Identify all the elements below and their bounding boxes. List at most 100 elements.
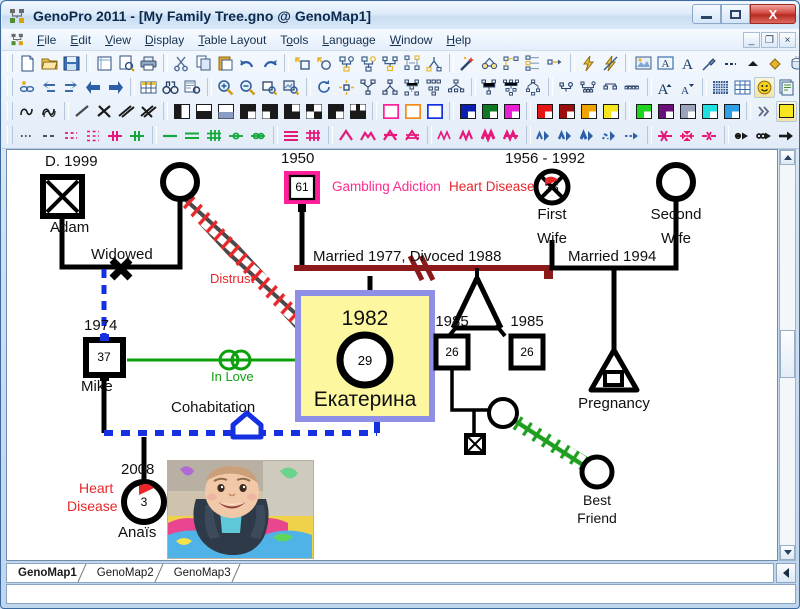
double-arrow-icon[interactable]	[732, 125, 753, 146]
zigzag-thin-icon[interactable]	[435, 125, 456, 146]
triple-arrow-icon[interactable]	[754, 125, 775, 146]
hatched-arc-icon[interactable]	[402, 125, 423, 146]
save-disk-icon[interactable]	[61, 53, 82, 74]
swatch-green[interactable]	[479, 101, 500, 122]
forward-arrow-icon[interactable]	[105, 77, 126, 98]
swatch-navy[interactable]	[457, 101, 478, 122]
arc-icon[interactable]	[336, 125, 357, 146]
couple-icon[interactable]	[556, 77, 577, 98]
open-folder-icon[interactable]	[39, 53, 60, 74]
redo-arrow-icon[interactable]	[259, 53, 280, 74]
pink-triple-dot-icon[interactable]	[83, 125, 104, 146]
green-double-line-icon[interactable]	[182, 125, 203, 146]
menu-view[interactable]: View	[98, 31, 138, 49]
fill-checker-icon[interactable]	[303, 101, 324, 122]
swatch-amber[interactable]	[578, 101, 599, 122]
increase-font-icon[interactable]: A	[655, 77, 676, 98]
crossed-box-icon[interactable]	[677, 125, 698, 146]
print-icon[interactable]	[138, 53, 159, 74]
fill-quadrant-icon[interactable]	[237, 101, 258, 122]
menu-window[interactable]: Window	[383, 31, 440, 49]
swatch-cyan[interactable]	[699, 101, 720, 122]
toolbar-grip-4[interactable]	[7, 126, 13, 144]
menu-table-layout[interactable]: Table Layout	[191, 31, 273, 49]
swatch-yellow[interactable]	[600, 101, 621, 122]
magic-wand-icon[interactable]	[457, 53, 478, 74]
move-branch-icon[interactable]	[545, 53, 566, 74]
curve-icon[interactable]	[17, 101, 38, 122]
show-branch-icon[interactable]	[424, 77, 445, 98]
center-icon[interactable]	[336, 77, 357, 98]
dashed-line-icon[interactable]	[39, 125, 60, 146]
emoticon-icon[interactable]	[754, 76, 775, 98]
pink-triple-line-icon[interactable]	[281, 125, 302, 146]
tab-scroll-left-button[interactable]	[776, 563, 796, 583]
report-icon[interactable]	[776, 77, 797, 98]
arrow-wave2-icon[interactable]	[556, 125, 577, 146]
more-colors-icon[interactable]	[754, 101, 775, 122]
tab-genomap1[interactable]: GenoMap1	[7, 564, 87, 582]
copy-icon[interactable]	[193, 53, 214, 74]
add-child-icon[interactable]	[358, 53, 379, 74]
canvas-vertical-scrollbar[interactable]	[779, 149, 796, 561]
multiple-families-icon[interactable]	[622, 77, 643, 98]
swatch-blue-outline[interactable]	[424, 101, 445, 122]
grid-dots-icon[interactable]	[710, 77, 731, 98]
find-binoculars-icon[interactable]	[160, 77, 181, 98]
solid-arrow-icon[interactable]	[776, 125, 797, 146]
toolbar-grip-2[interactable]	[7, 78, 13, 96]
new-document-icon[interactable]	[17, 53, 38, 74]
eyedropper-icon[interactable]	[699, 53, 720, 74]
paste-icon[interactable]	[215, 53, 236, 74]
arrow-wave3-icon[interactable]	[578, 125, 599, 146]
cut-scissors-icon[interactable]	[171, 53, 192, 74]
swatch-skyblue[interactable]	[721, 101, 742, 122]
previous-generation-icon[interactable]	[39, 77, 60, 98]
swatch-gray[interactable]	[677, 101, 698, 122]
menu-file[interactable]: FFileile	[30, 31, 63, 49]
print-preview-icon[interactable]	[116, 53, 137, 74]
fill-left-icon[interactable]	[325, 101, 346, 122]
fill-bottom-icon[interactable]	[193, 101, 214, 122]
grid-lines-icon[interactable]	[732, 77, 753, 98]
close-button[interactable]: X	[750, 4, 796, 24]
zoom-fit-icon[interactable]	[281, 77, 302, 98]
current-color-icon[interactable]	[776, 100, 797, 122]
minimize-button[interactable]	[692, 4, 721, 24]
menu-display[interactable]: Display	[138, 31, 191, 49]
quick-link-icon[interactable]	[578, 53, 599, 74]
shape-fill-icon[interactable]	[743, 53, 764, 74]
zoom-out-icon[interactable]	[237, 77, 258, 98]
back-arrow-icon[interactable]	[83, 77, 104, 98]
line-cross-icon[interactable]	[94, 101, 115, 122]
pink-bar-icon[interactable]	[105, 125, 126, 146]
swatch-red[interactable]	[534, 101, 555, 122]
swatch-lime[interactable]	[633, 101, 654, 122]
align-tree-icon[interactable]	[501, 53, 522, 74]
unlink-icon[interactable]	[600, 53, 621, 74]
green-node-icon[interactable]	[226, 125, 247, 146]
arrow-dashed-icon[interactable]	[622, 125, 643, 146]
pink-hatch-icon[interactable]	[303, 125, 324, 146]
add-twins-icon[interactable]	[424, 53, 445, 74]
add-female-icon[interactable]	[314, 53, 335, 74]
swatch-magenta[interactable]	[380, 101, 401, 122]
text-box-icon[interactable]: A	[655, 53, 676, 74]
tab-genomap3[interactable]: GenoMap3	[163, 564, 241, 582]
toolbar-grip-3[interactable]	[7, 102, 13, 120]
page-layout-icon[interactable]	[94, 53, 115, 74]
dotted-line-icon[interactable]	[17, 125, 38, 146]
hide-branch-icon[interactable]	[402, 77, 423, 98]
fill-gradient-icon[interactable]	[215, 101, 236, 122]
line-triple-slash-icon[interactable]	[138, 101, 159, 122]
double-curve-icon[interactable]	[39, 101, 60, 122]
swatch-orange[interactable]	[402, 101, 423, 122]
collapse-tree-icon[interactable]	[358, 77, 379, 98]
crossed-arc-icon[interactable]	[380, 125, 401, 146]
fill-corner-icon[interactable]	[281, 101, 302, 122]
add-individual-icon[interactable]	[292, 53, 313, 74]
fill-half-left-icon[interactable]	[171, 101, 192, 122]
descendant-chart-icon[interactable]	[501, 77, 522, 98]
zigzag-medium-icon[interactable]	[457, 125, 478, 146]
insert-picture-icon[interactable]	[633, 53, 654, 74]
